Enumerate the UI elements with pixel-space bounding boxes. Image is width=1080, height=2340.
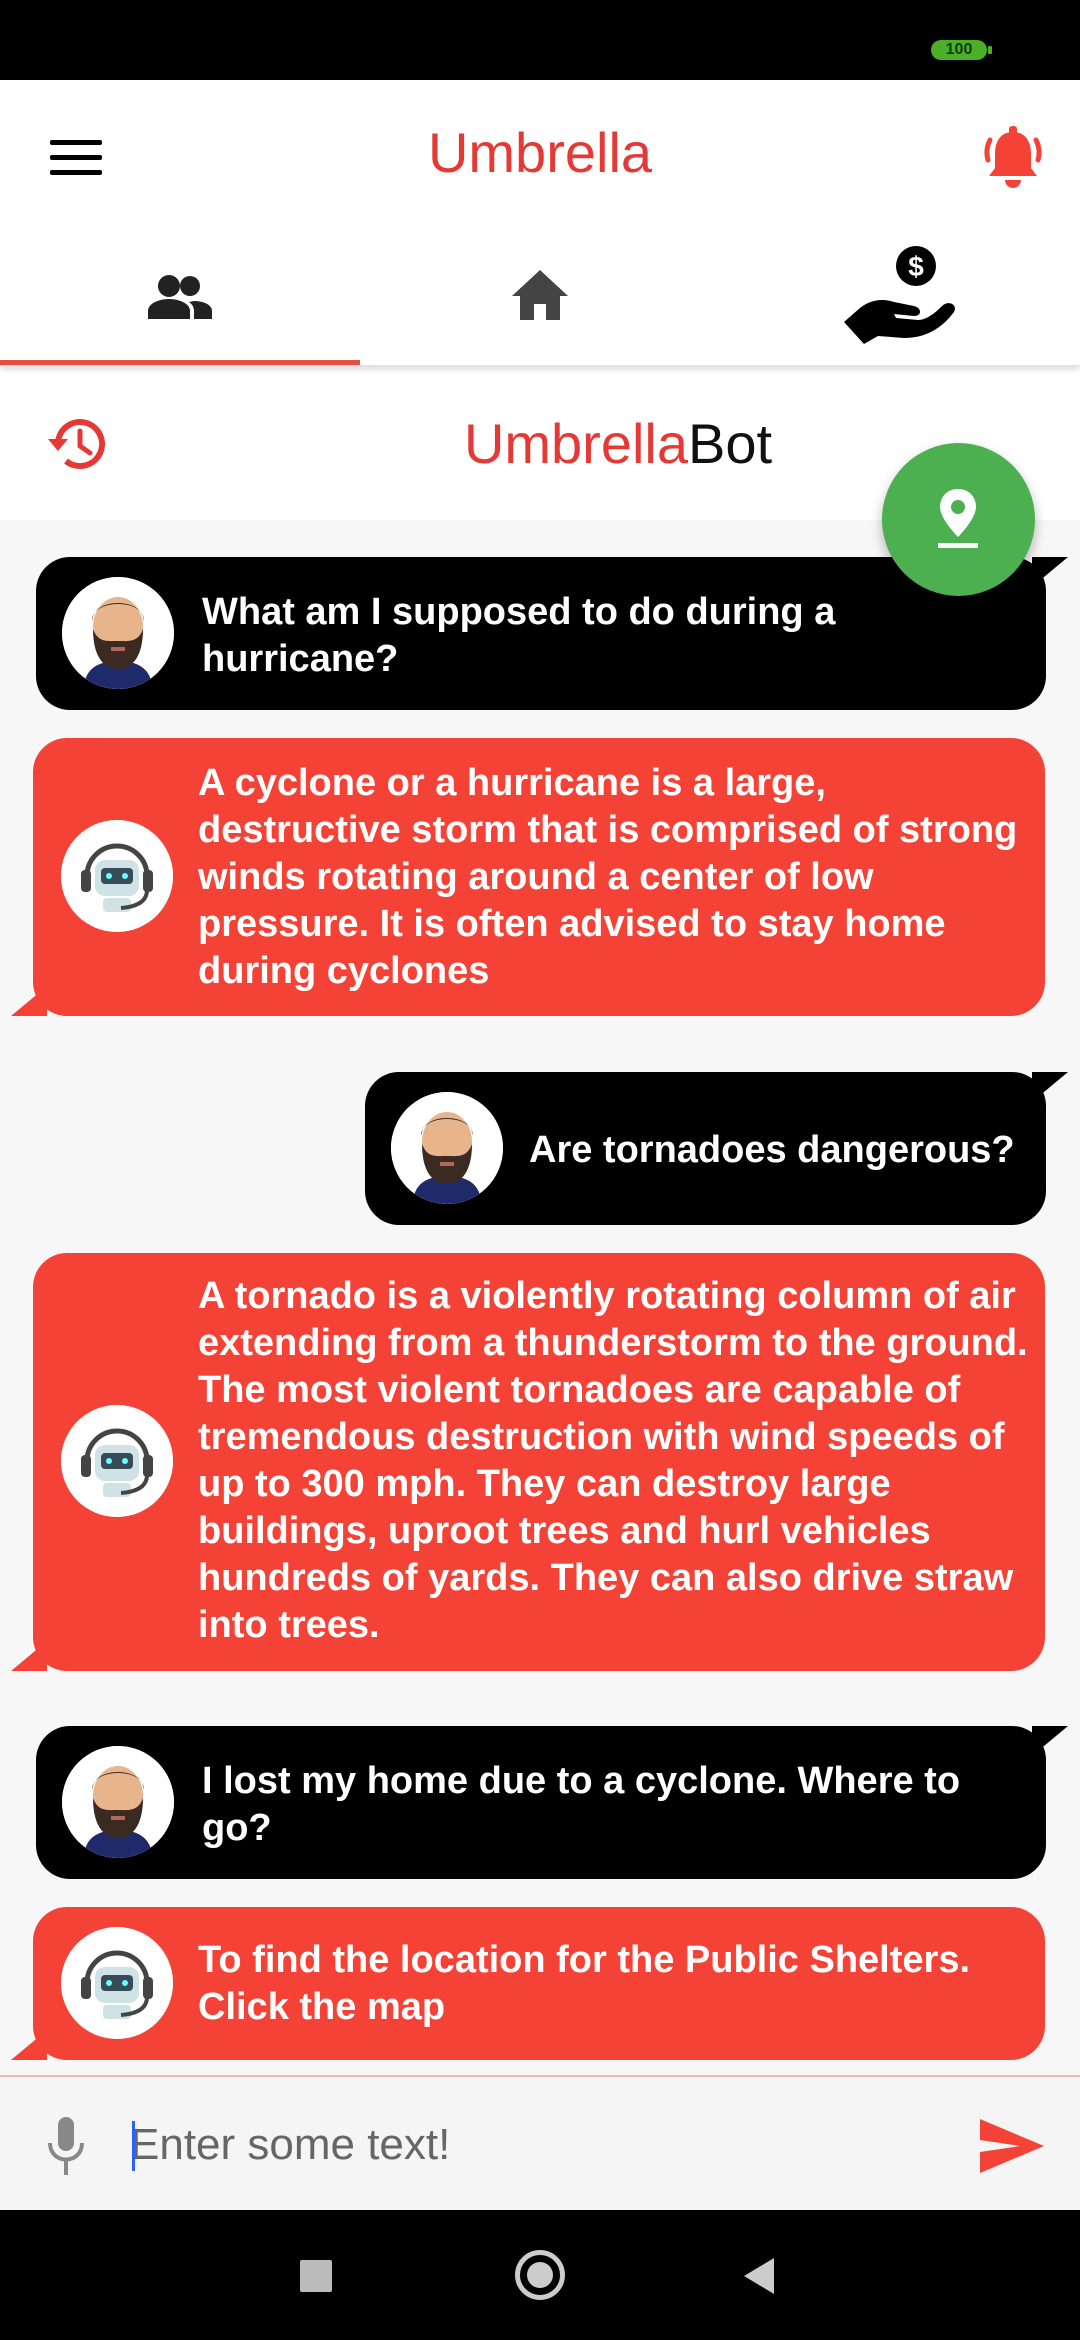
message-input-bar [0,2075,1080,2210]
location-pin-icon [938,489,978,548]
user-avatar [62,577,174,689]
battery-indicator: 100 [931,40,992,60]
tab-donate[interactable]: $ [720,240,1080,365]
tab-home[interactable] [360,240,720,365]
app-bar: Umbrella [0,80,1080,240]
bot-avatar [61,1405,173,1517]
tab-bar: $ [0,240,1080,365]
back-button[interactable] [744,2258,774,2294]
people-icon [148,275,212,319]
recent-apps-button[interactable] [300,2260,332,2292]
user-message: I lost my home due to a cyclone. Where t… [36,1726,1068,1879]
bot-message: A tornado is a violently rotating column… [11,1253,1045,1671]
bell-icon[interactable] [984,126,1042,192]
message-text: What am I supposed to do during a hurric… [202,591,836,680]
message-text: To find the location for the Public Shel… [198,1939,971,2028]
mic-icon[interactable] [46,2117,86,2175]
bot-title-prefix: Umbrella [463,412,688,475]
map-fab-button[interactable] [882,443,1035,596]
home-icon [512,270,568,320]
user-message: Are tornadoes dangerous? [365,1072,1068,1225]
status-bar: 100 [0,0,1080,80]
tab-indicator [0,360,360,365]
message-text: A cyclone or a hurricane is a large, des… [198,762,1018,992]
system-nav-bar [0,2210,1080,2340]
bot-title-suffix: Bot [688,412,773,475]
user-avatar [62,1746,174,1858]
chat-list[interactable]: What am I supposed to do during a hurric… [0,520,1080,2075]
home-button[interactable] [515,2250,565,2300]
bot-message: To find the location for the Public Shel… [11,1907,1045,2060]
text-caret [132,2121,135,2171]
send-icon[interactable] [980,2119,1044,2173]
donate-hand-icon: $ [844,246,955,344]
message-text: Are tornadoes dangerous? [529,1129,1015,1171]
app-title: Umbrella [427,121,653,184]
user-avatar [391,1092,503,1204]
message-text: I lost my home due to a cyclone. Where t… [202,1760,961,1849]
message-input[interactable] [130,2105,950,2185]
bot-avatar [61,820,173,932]
tab-people[interactable] [0,240,360,365]
bot-message: A cyclone or a hurricane is a large, des… [11,738,1045,1016]
user-message: What am I supposed to do during a hurric… [36,557,1068,710]
message-text: A tornado is a violently rotating column… [198,1275,1028,1646]
svg-text:$: $ [908,251,924,282]
bot-avatar [61,1927,173,2039]
